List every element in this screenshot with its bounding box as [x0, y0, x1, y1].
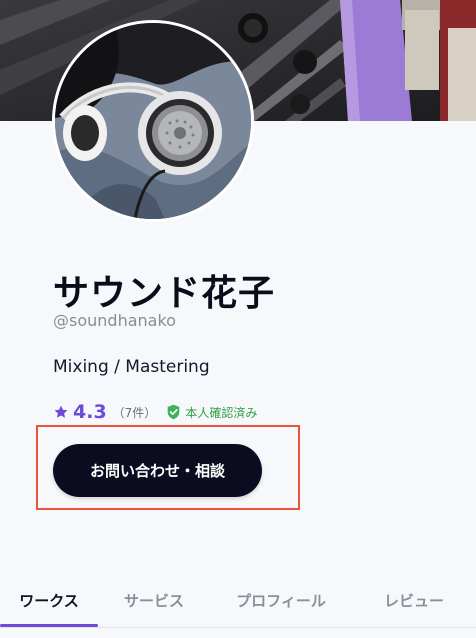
review-count[interactable]: （7件） — [113, 404, 157, 421]
tab-works[interactable]: ワークス — [0, 574, 98, 627]
tab-services[interactable]: サービス — [98, 574, 210, 626]
verified-shield-icon — [167, 404, 180, 420]
display-name: サウンド花子 — [53, 273, 276, 314]
avatar-photo — [55, 23, 251, 219]
job-title: Mixing / Mastering — [53, 357, 210, 377]
star-icon — [54, 405, 68, 418]
rating-row: 4.3 （7件） 本人確認済み — [53, 400, 257, 424]
tab-reviews[interactable]: レビュー — [352, 574, 476, 626]
profile-page: サウンド花子 @soundhanako Mixing / Mastering 4… — [0, 0, 476, 638]
tab-profile[interactable]: プロフィール — [210, 574, 352, 626]
tabs-divider — [0, 627, 476, 628]
rating-score: 4.3 — [73, 401, 107, 423]
contact-button[interactable]: お問い合わせ・相談 — [53, 444, 262, 497]
verified-label: 本人確認済み — [185, 405, 258, 420]
profile-tabs: ワークス サービス プロフィール レビュー — [0, 574, 476, 627]
avatar — [52, 20, 254, 222]
username-handle: @soundhanako — [53, 311, 176, 330]
